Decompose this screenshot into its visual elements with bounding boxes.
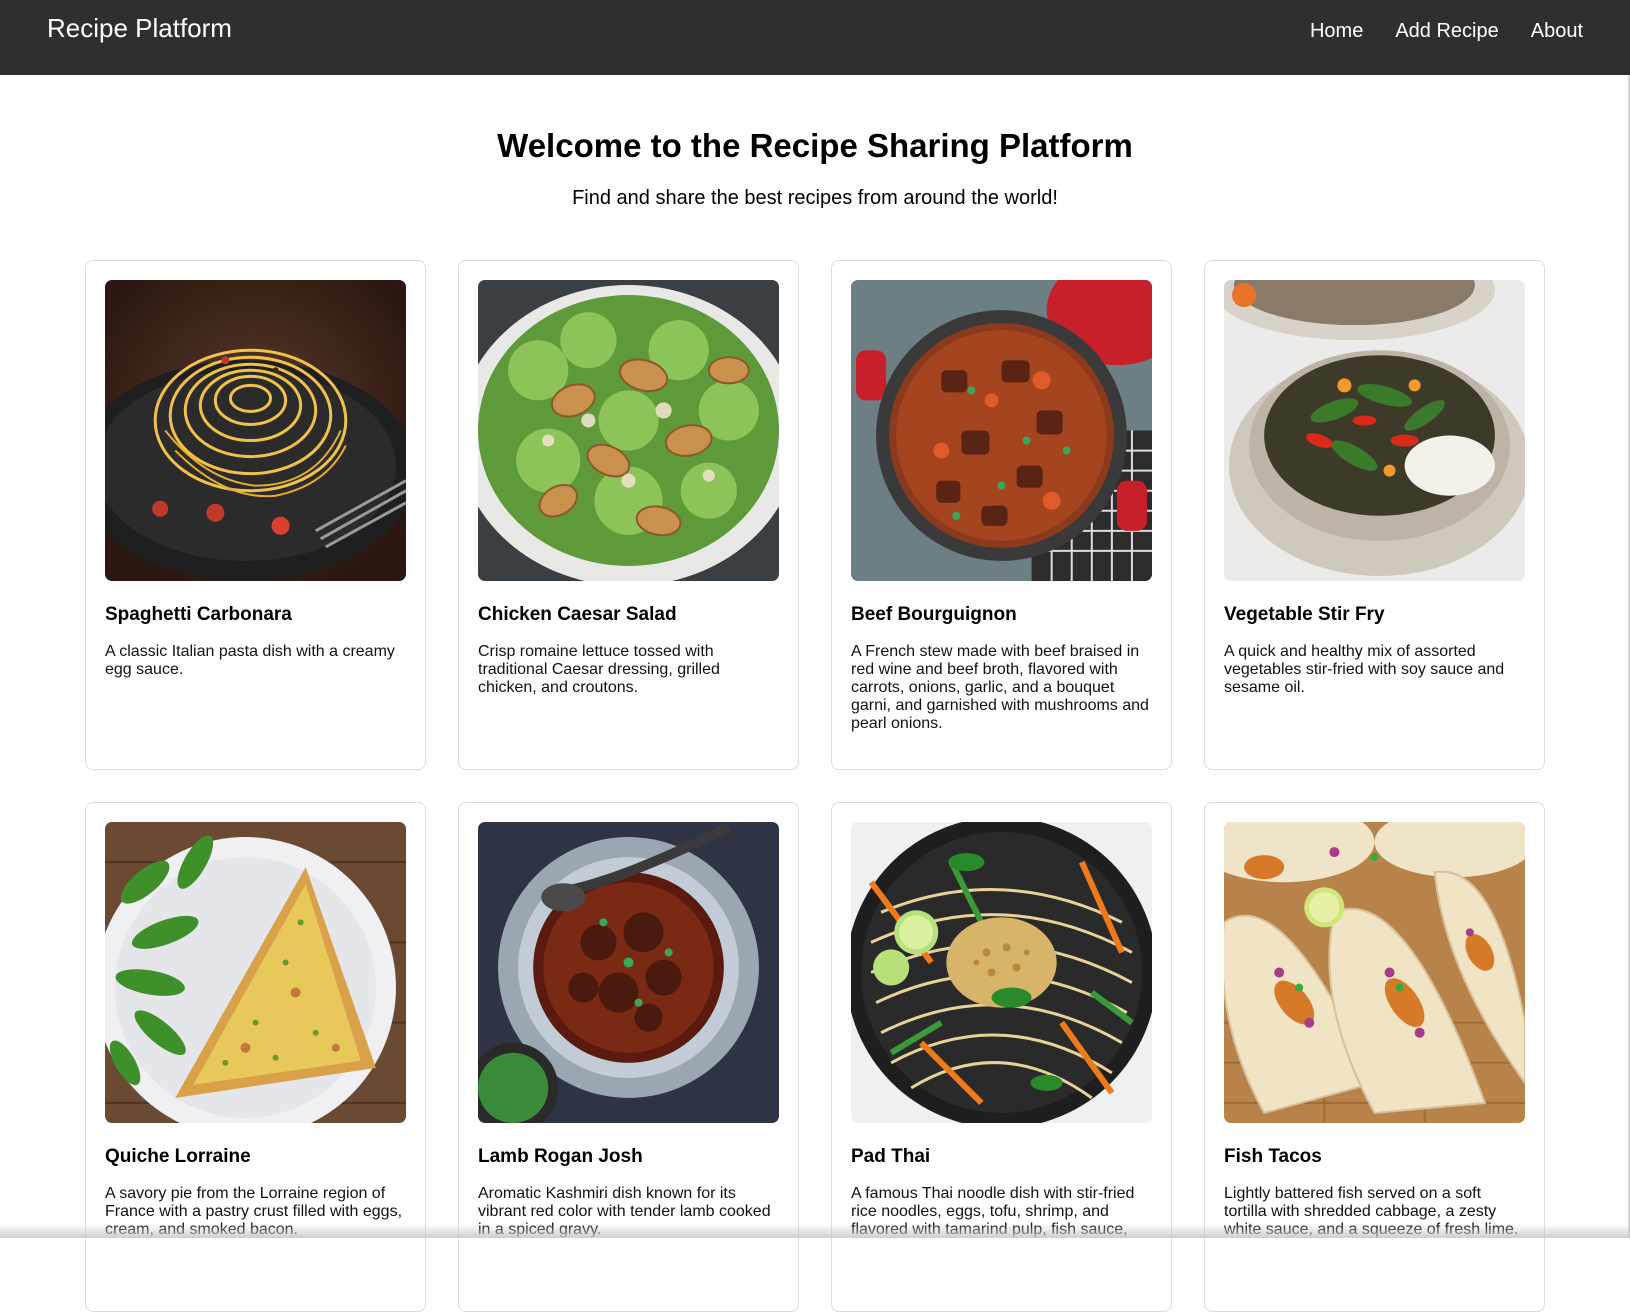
brand-link[interactable]: Recipe Platform (47, 12, 232, 44)
nav-links: Home Add Recipe About (1310, 18, 1583, 44)
nav-add-recipe-link[interactable]: Add Recipe (1395, 18, 1498, 44)
vegetable-stir-fry-photo (1224, 280, 1525, 581)
recipe-description: Crisp romaine lettuce tossed with tradit… (478, 643, 720, 696)
chicken-caesar-salad-photo (478, 280, 779, 581)
beef-bourguignon-photo (851, 280, 1152, 581)
recipe-description: A quick and healthy mix of assorted vege… (1224, 643, 1505, 696)
recipe-title[interactable]: Spaghetti Carbonara (105, 603, 406, 627)
recipe-card[interactable]: Spaghetti Carbonara A classic Italian pa… (85, 260, 426, 770)
nav-home-link[interactable]: Home (1310, 18, 1363, 44)
recipe-card[interactable]: Vegetable Stir Fry A quick and healthy m… (1204, 260, 1545, 770)
recipe-card[interactable]: Chicken Caesar Salad Crisp romaine lettu… (458, 260, 799, 770)
page-title: Welcome to the Recipe Sharing Platform (497, 127, 1133, 164)
recipe-title[interactable]: Quiche Lorraine (105, 1145, 406, 1169)
navbar: Recipe Platform Home Add Recipe About (0, 0, 1630, 75)
lamb-rogan-josh-photo (478, 822, 779, 1123)
recipe-description: A classic Italian pasta dish with a crea… (105, 643, 395, 678)
recipe-title[interactable]: Beef Bourguignon (851, 603, 1152, 627)
scroll-fade (0, 1224, 1630, 1238)
nav-about-link[interactable]: About (1531, 18, 1583, 44)
recipe-grid: Spaghetti Carbonara A classic Italian pa… (85, 260, 1545, 1312)
recipe-title[interactable]: Chicken Caesar Salad (478, 603, 779, 627)
recipe-title[interactable]: Pad Thai (851, 1145, 1152, 1169)
quiche-lorraine-photo (105, 822, 406, 1123)
recipe-title[interactable]: Lamb Rogan Josh (478, 1145, 779, 1169)
page-subtitle: Find and share the best recipes from aro… (572, 187, 1058, 209)
recipe-title[interactable]: Vegetable Stir Fry (1224, 603, 1525, 627)
recipe-card[interactable]: Beef Bourguignon A French stew made with… (831, 260, 1172, 770)
spaghetti-carbonara-photo (105, 280, 406, 581)
fish-tacos-photo (1224, 822, 1525, 1123)
pad-thai-photo (851, 822, 1152, 1123)
recipe-description: A French stew made with beef braised in … (851, 643, 1149, 732)
recipe-title[interactable]: Fish Tacos (1224, 1145, 1525, 1169)
